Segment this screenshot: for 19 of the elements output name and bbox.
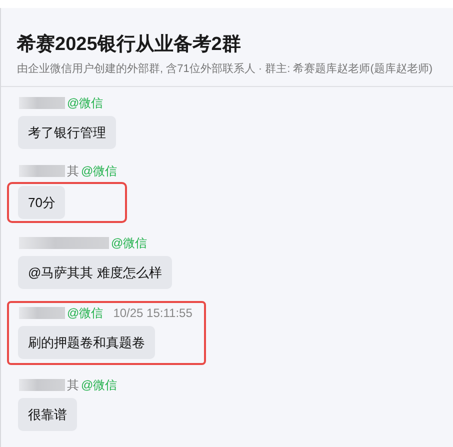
sender-source: @微信 — [81, 376, 118, 394]
blurred-name — [19, 379, 65, 391]
blurred-name — [19, 97, 65, 109]
message-bubble: 刷的押题卷和真题卷 — [18, 326, 155, 359]
message-bubble: 考了银行管理 — [18, 116, 116, 149]
sender-source: @微信 — [67, 94, 104, 112]
message-time: 10/25 15:11:55 — [113, 306, 192, 320]
blurred-name — [19, 165, 65, 177]
sender-name: 其 — [67, 162, 79, 180]
message-bubble: 70分 — [18, 186, 66, 219]
sender-source: @微信 — [81, 162, 118, 180]
group-description: 由企业微信用户创建的外部群, 含71位外部联系人 · 群主: 希赛题库赵老师(题库赵老师) — [17, 62, 434, 76]
sender-source: @微信 — [111, 234, 148, 252]
blurred-name — [19, 307, 65, 319]
message-bubble: @马萨其其 难度怎么样 — [18, 256, 172, 289]
sender-name: 其 — [67, 376, 79, 394]
sender-source: @微信 — [67, 304, 104, 322]
group-title: 希赛2025银行从业备考2群 — [17, 32, 242, 57]
message-bubble: 很靠谱 — [18, 398, 77, 431]
